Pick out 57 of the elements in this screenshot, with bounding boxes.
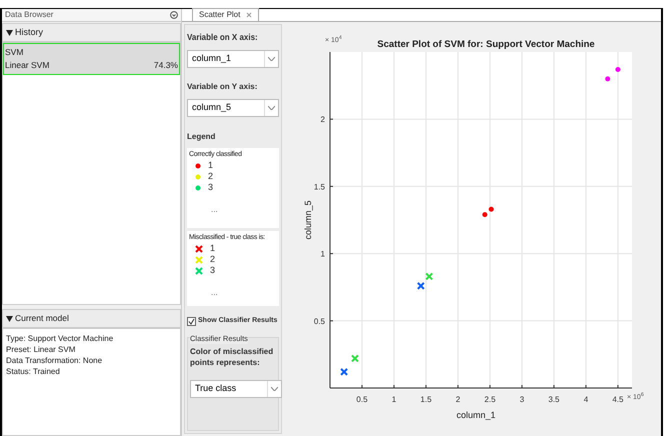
- legend-label: 2: [208, 170, 214, 184]
- legend-label: 3: [210, 264, 216, 278]
- chart-title: Scatter Plot of SVM for: Support Vector Machine: [377, 39, 595, 50]
- model-detail-line: Status: Trained: [6, 366, 61, 377]
- y-variable-dropdown[interactable]: column_5: [187, 99, 279, 117]
- x-tick-label: 1: [392, 395, 396, 404]
- panel-title: Data Browser: [5, 9, 54, 21]
- legend-label: 1: [208, 159, 214, 172]
- model-detail-line: Preset: Linear SVM: [6, 344, 76, 355]
- caret-icon: [271, 386, 278, 391]
- section-header[interactable]: History: [2, 23, 181, 42]
- model-detail-line: Type: Support Vector Machine: [6, 333, 114, 344]
- x-tick-label: 4: [584, 395, 588, 404]
- x-tick-label: 0.5: [356, 395, 368, 404]
- field-label: Variable on X axis:: [187, 32, 259, 44]
- dot-point: [605, 76, 610, 82]
- triangle-icon[interactable]: [6, 316, 13, 322]
- model-name: SVM: [5, 46, 24, 59]
- legend-label: 2: [210, 253, 216, 266]
- x-tick-label: 2: [456, 395, 460, 404]
- legend-label: 3: [208, 181, 214, 194]
- close-icon[interactable]: [246, 12, 252, 18]
- x-tick-label: 3.5: [548, 395, 560, 404]
- y-tick-label: 1.5: [314, 182, 325, 192]
- section-header[interactable]: Current model: [2, 309, 181, 328]
- checkbox-icon[interactable]: [187, 316, 196, 326]
- tab[interactable]: Scatter Plot: [192, 8, 260, 21]
- x-variable-dropdown[interactable]: column_1: [187, 50, 279, 68]
- field-label: Color of misclassified points represents:: [190, 346, 274, 368]
- model-detail-line: Data Transformation: None: [6, 355, 104, 366]
- cross-point: [425, 272, 434, 280]
- legend-title: Legend: [187, 131, 216, 143]
- y-tick-label: 0.5: [314, 316, 325, 326]
- cross-point: [350, 354, 359, 362]
- legend-more: ...: [210, 204, 219, 216]
- cross-point: [340, 368, 348, 376]
- model-preset: Linear SVM: [5, 58, 50, 72]
- y-tick-label: 2: [320, 115, 325, 124]
- y-axis-label: column_5: [303, 200, 313, 240]
- circle-caret-icon[interactable]: [170, 11, 178, 19]
- x-tick-label: 4.5: [612, 395, 624, 404]
- x-tick-label: 1.5: [420, 395, 432, 404]
- x-tick-label: 3: [520, 395, 524, 404]
- color-mode-dropdown[interactable]: True class: [190, 380, 282, 398]
- caret-icon: [268, 106, 275, 110]
- model-accuracy: 74.3%: [154, 58, 178, 72]
- legend-more: ...: [210, 286, 219, 298]
- caret-icon: [268, 57, 275, 61]
- dot-point: [615, 66, 620, 72]
- x-tick-label: 2.5: [484, 395, 496, 404]
- history-item[interactable]: SVM Linear SVM 74.3%: [3, 43, 180, 74]
- x-axis-label: column_1: [456, 410, 496, 420]
- cross-point: [416, 282, 425, 290]
- legend-label: 1: [210, 242, 216, 256]
- y-tick-label: 1: [320, 250, 325, 259]
- field-label: Variable on Y axis:: [187, 81, 258, 93]
- triangle-icon[interactable]: [6, 30, 13, 36]
